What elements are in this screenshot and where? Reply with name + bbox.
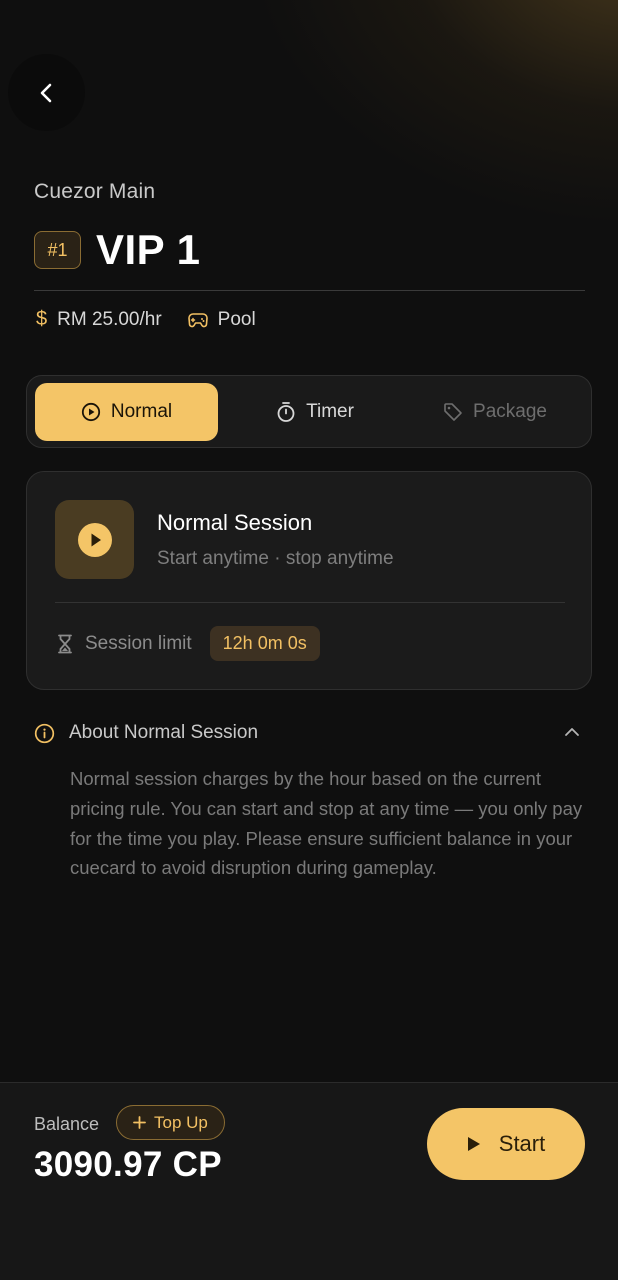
header-divider	[34, 290, 585, 291]
play-circle-icon	[77, 522, 112, 557]
about-title: About Normal Session	[69, 722, 259, 743]
balance-value: 3090.97 CP	[34, 1145, 222, 1184]
game-type-info: Pool	[187, 308, 256, 331]
table-meta: $ RM 25.00/hr Pool	[36, 308, 256, 331]
play-icon	[467, 1137, 480, 1151]
stopwatch-icon	[277, 402, 295, 422]
play-circle-icon	[81, 402, 100, 422]
start-label: Start	[498, 1131, 546, 1156]
session-info-card: Normal Session Start anytime · stop anyt…	[26, 471, 592, 690]
tab-timer[interactable]: Timer	[245, 383, 385, 441]
info-icon	[34, 723, 55, 743]
top-up-label: Top Up	[154, 1112, 208, 1132]
top-up-button[interactable]: Top Up	[116, 1105, 225, 1140]
dollar-icon: $	[36, 308, 48, 330]
session-type-tabs: Normal Timer Package	[26, 375, 592, 448]
table-name: VIP 1	[96, 226, 201, 273]
about-toggle[interactable]: About Normal Session	[34, 722, 584, 744]
tab-package-label: Package	[473, 401, 547, 422]
session-limit-value: 12h 0m 0s	[209, 626, 320, 661]
gamepad-icon	[187, 312, 208, 327]
session-icon-box	[55, 500, 134, 579]
price-info: $ RM 25.00/hr	[36, 308, 162, 331]
card-divider	[55, 602, 565, 603]
chevron-left-icon	[40, 83, 51, 102]
session-limit-label: Session limit	[85, 632, 192, 654]
tab-normal[interactable]: Normal	[35, 383, 218, 441]
bottom-action-bar: Balance Top Up 3090.97 CP Start	[0, 1082, 618, 1280]
session-limit-row: Session limit 12h 0m 0s	[57, 626, 320, 661]
venue-name: Cuezor Main	[34, 180, 156, 203]
about-description: Normal session charges by the hour based…	[70, 768, 583, 879]
price-label: RM 25.00/hr	[57, 308, 162, 330]
table-number-badge: #1	[34, 231, 81, 269]
tab-package[interactable]: Package	[425, 383, 565, 441]
session-title: Normal Session	[157, 510, 313, 535]
tab-normal-label: Normal	[110, 401, 173, 422]
balance-label: Balance	[34, 1114, 100, 1134]
start-button[interactable]: Start	[427, 1108, 585, 1180]
hourglass-icon	[58, 634, 72, 653]
session-subtitle: Start anytime · stop anytime	[157, 548, 394, 569]
game-type-label: Pool	[217, 308, 256, 330]
table-title-row: #1 VIP 1	[34, 226, 200, 274]
tab-timer-label: Timer	[306, 401, 354, 422]
tag-icon	[444, 403, 462, 421]
table-session-screen: Cuezor Main #1 VIP 1 $ RM 25.00/hr Pool	[0, 0, 618, 1280]
back-button[interactable]	[8, 54, 85, 131]
plus-icon	[133, 1116, 146, 1129]
chevron-up-icon	[565, 728, 579, 736]
